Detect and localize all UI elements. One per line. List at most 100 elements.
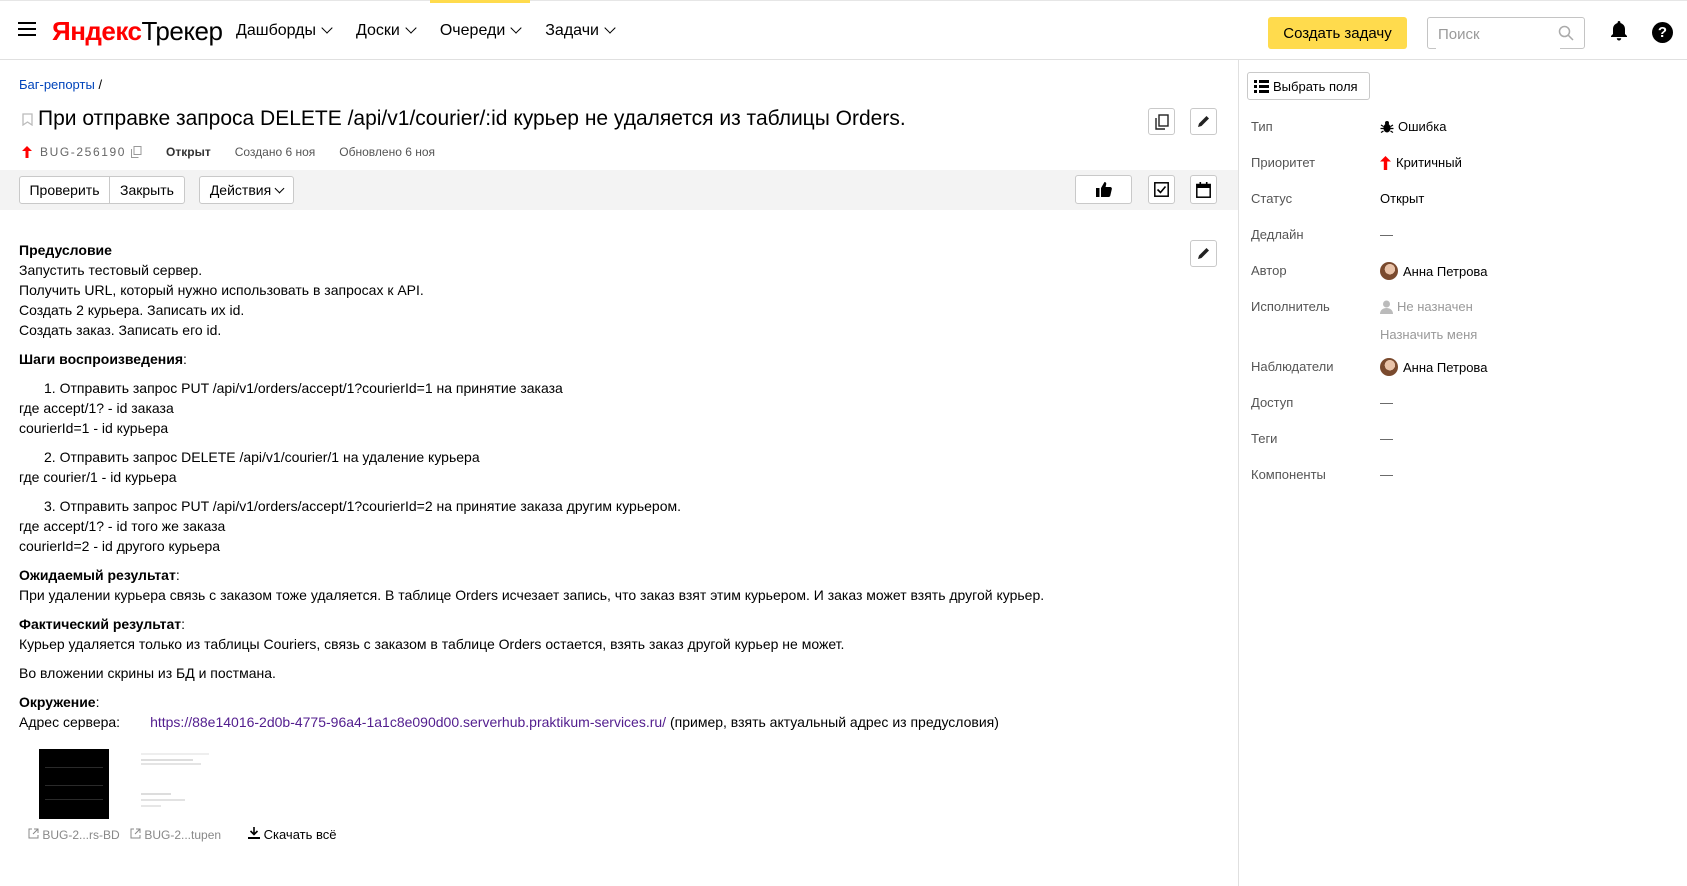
field-value-author[interactable]: Анна Петрова — [1380, 262, 1487, 280]
bookmark-icon[interactable] — [22, 112, 33, 126]
attachment-link[interactable]: BUG-2...tupen — [130, 828, 221, 842]
step-3-note: где accept/1? - id того же заказа — [19, 518, 226, 534]
chevron-down-icon — [405, 22, 417, 34]
expected-heading: Ожидаемый результат — [19, 567, 176, 583]
attachment-name: BUG-2...rs-BD — [42, 828, 120, 842]
issue-key[interactable]: BUG-256190 — [40, 145, 126, 159]
step-2: 2. Отправить запрос DELETE /api/v1/couri… — [44, 449, 480, 465]
field-value-assignee[interactable]: Не назначен — [1380, 299, 1473, 314]
field-label-followers: Наблюдатели — [1251, 359, 1334, 374]
create-task-button[interactable]: Создать задачу — [1268, 17, 1407, 49]
field-label-components: Компоненты — [1251, 467, 1326, 482]
search-icon[interactable] — [1558, 25, 1574, 41]
precondition-line: Получить URL, который нужно использовать… — [19, 282, 424, 298]
search-input[interactable] — [1436, 19, 1560, 49]
nav-boards[interactable]: Доски — [346, 1, 425, 60]
nav-tasks[interactable]: Задачи — [535, 1, 624, 60]
bug-icon — [1380, 120, 1394, 133]
close-button[interactable]: Закрыть — [109, 176, 185, 204]
assign-me-label: Назначить меня — [1380, 327, 1478, 342]
priority-up-arrow-icon — [22, 146, 32, 158]
updated-date: Обновлено 6 ноя — [339, 145, 436, 159]
nav-dashboards-label: Дашборды — [236, 22, 316, 39]
type-value: Ошибка — [1398, 119, 1447, 134]
actions-dropdown[interactable]: Действия — [199, 176, 294, 204]
steps-colon: : — [183, 351, 187, 367]
expected-colon: : — [175, 567, 180, 583]
field-value-components[interactable]: — — [1380, 467, 1393, 482]
checklist-button[interactable] — [1148, 175, 1175, 204]
nav-tasks-label: Задачи — [545, 22, 599, 39]
status-badge[interactable]: Открыт — [166, 145, 211, 159]
logo-yandex: Яндекс — [52, 16, 142, 46]
breadcrumb-queue-link[interactable]: Баг-репорты — [19, 77, 95, 92]
assign-me-link[interactable]: Назначить меня — [1380, 327, 1477, 342]
search-box[interactable] — [1427, 17, 1585, 49]
step-1: 1. Отправить запрос PUT /api/v1/orders/a… — [44, 380, 563, 396]
logo-tracker: Трекер — [141, 16, 223, 46]
attachment-link[interactable]: BUG-2...rs-BD — [28, 828, 120, 842]
precondition-line: Запустить тестовый сервер. — [19, 262, 203, 278]
breadcrumb-separator: / — [98, 77, 103, 92]
tags-value: — — [1380, 431, 1393, 446]
environment-colon: : — [95, 694, 100, 710]
step-3: 3. Отправить запрос PUT /api/v1/orders/a… — [44, 498, 681, 514]
field-value-deadline[interactable]: — — [1380, 227, 1393, 242]
select-fields-button[interactable]: Выбрать поля — [1247, 72, 1370, 100]
pencil-icon — [1198, 116, 1209, 127]
chevron-down-icon — [321, 22, 333, 34]
issue-title[interactable]: При отправке запроса DELETE /api/v1/cour… — [38, 107, 906, 131]
deadline-value: — — [1380, 227, 1393, 242]
app-logo[interactable]: ЯндексТрекер — [52, 16, 223, 46]
attachment-thumbnail-bd[interactable] — [39, 749, 109, 819]
download-all-label: Скачать всё — [263, 827, 337, 842]
nav-queues[interactable]: Очереди — [429, 0, 531, 60]
server-url-link[interactable]: https://88e14016-2d0b-4775-96a4-1a1c8e09… — [150, 714, 666, 730]
fields-list-icon — [1254, 79, 1269, 93]
field-label-deadline: Дедлайн — [1251, 227, 1304, 242]
calendar-icon — [1196, 181, 1211, 198]
check-button[interactable]: Проверить — [19, 176, 110, 204]
precondition-line: Создать заказ. Записать его id. — [19, 322, 222, 338]
nav-queues-label: Очереди — [439, 22, 506, 39]
calendar-button[interactable] — [1190, 175, 1217, 204]
field-label-tags: Теги — [1251, 431, 1278, 446]
checkbox-icon — [1154, 182, 1169, 197]
field-value-status[interactable]: Открыт — [1380, 191, 1424, 206]
field-value-type[interactable]: Ошибка — [1380, 119, 1446, 134]
attachment-name: BUG-2...tupen — [144, 828, 222, 842]
like-button[interactable] — [1075, 175, 1132, 204]
status-value: Открыт — [1380, 191, 1425, 206]
download-all-link[interactable]: Скачать всё — [248, 827, 336, 842]
components-value: — — [1380, 467, 1393, 482]
field-value-access[interactable]: — — [1380, 395, 1393, 410]
thumbs-up-icon — [1095, 182, 1112, 197]
field-value-priority[interactable]: Критичный — [1380, 155, 1462, 170]
issue-toolbar: Проверить Закрыть Действия — [0, 170, 1238, 210]
notifications-bell-icon[interactable] — [1610, 20, 1628, 41]
copy-icon — [1154, 113, 1169, 130]
issue-title-row: При отправке запроса DELETE /api/v1/cour… — [22, 107, 906, 131]
field-label-priority: Приоритет — [1251, 155, 1316, 170]
step-1-note: courierId=1 - id курьера — [19, 420, 169, 436]
attachment-thumbnail-postman[interactable] — [139, 749, 211, 819]
field-label-author: Автор — [1251, 263, 1287, 278]
step-3-note: courierId=2 - id другого курьера — [19, 538, 221, 554]
steps-heading: Шаги воспроизведения — [19, 351, 183, 367]
server-note: (пример, взять актуальный адрес из преду… — [669, 714, 999, 730]
nav-boards-label: Доски — [356, 22, 400, 39]
nav-dashboards[interactable]: Дашборды — [226, 1, 341, 60]
copy-link-button[interactable] — [1148, 108, 1175, 135]
menu-icon[interactable] — [18, 22, 36, 37]
edit-title-button[interactable] — [1190, 108, 1217, 135]
actual-text: Курьер удаляется только из таблицы Couri… — [19, 636, 845, 652]
external-link-icon — [28, 828, 39, 839]
select-fields-label: Выбрать поля — [1273, 78, 1358, 94]
issue-description: Предусловие Запустить тестовый сервер. П… — [19, 240, 1219, 732]
copy-key-icon[interactable] — [131, 146, 142, 158]
help-icon[interactable]: ? — [1652, 22, 1673, 43]
chevron-down-icon — [604, 22, 616, 34]
sidebar-divider — [1238, 60, 1239, 886]
field-value-tags[interactable]: — — [1380, 431, 1393, 446]
field-value-followers[interactable]: Анна Петрова — [1380, 358, 1487, 376]
